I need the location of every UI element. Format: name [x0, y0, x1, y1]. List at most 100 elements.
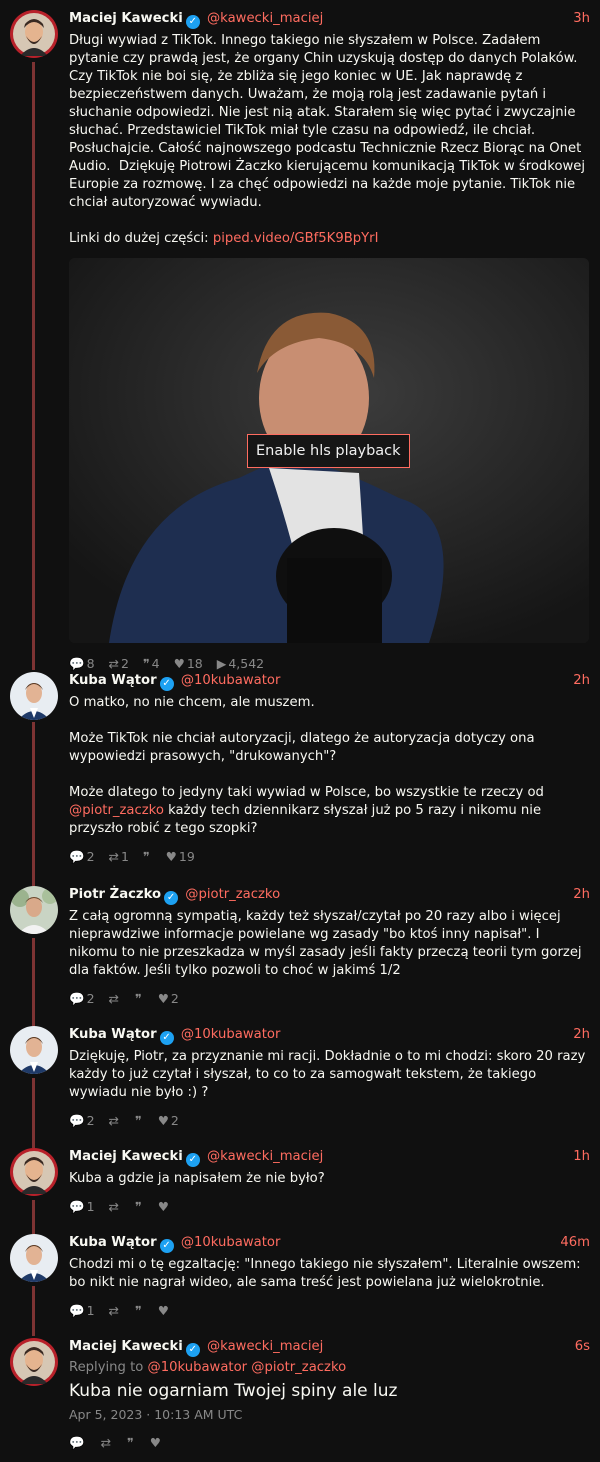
enable-hls-button[interactable]: Enable hls playback — [247, 434, 410, 468]
play-icon: ▶ — [216, 656, 227, 671]
retweet-count[interactable]: ⇄ — [109, 991, 121, 1006]
comment-count[interactable]: 💬 8 — [69, 656, 95, 671]
comment-count[interactable]: 💬 2 — [69, 1113, 95, 1128]
thread-line — [32, 1078, 35, 1148]
thread-line — [32, 62, 35, 670]
thread-line — [32, 938, 35, 1026]
replying-mention[interactable]: @piotr_zaczko — [251, 1360, 346, 1375]
comment-count[interactable]: 💬 1 — [69, 1303, 95, 1318]
author-name[interactable]: Maciej Kawecki — [69, 11, 183, 26]
retweet-count[interactable]: ⇄ 2 — [109, 656, 129, 671]
avatar[interactable] — [10, 1148, 58, 1196]
heart-icon: ♥ — [165, 849, 177, 864]
quote-count[interactable]: ❞ — [135, 991, 144, 1006]
tweet-stats: 💬 1 ⇄ ❞ ♥ — [69, 1302, 590, 1320]
like-count[interactable]: ♥ 2 — [158, 1113, 179, 1128]
avatar[interactable] — [10, 1338, 58, 1386]
comment-count[interactable]: 💬 1 — [69, 1199, 95, 1214]
quote-icon: ❞ — [134, 1303, 142, 1318]
like-count[interactable]: ♥ 19 — [166, 849, 195, 864]
tweet-time[interactable]: 2h — [573, 1026, 590, 1044]
like-value: 18 — [186, 656, 203, 671]
quote-value: 4 — [151, 656, 160, 671]
comment-value: 2 — [86, 1113, 95, 1128]
comment-count[interactable]: 💬 — [69, 1435, 87, 1450]
tweet-text: Z całą ogromną sympatią, każdy też słysz… — [69, 909, 586, 978]
comment-count[interactable]: 💬 2 — [69, 849, 95, 864]
retweet-count[interactable]: ⇄ — [109, 1113, 121, 1128]
quote-icon: ❞ — [142, 849, 150, 864]
verified-badge-icon: ✓ — [159, 1239, 174, 1253]
tweet-time[interactable]: 6s — [575, 1338, 590, 1356]
tweet-time[interactable]: 1h — [573, 1148, 590, 1166]
tweet-time[interactable]: 46m — [560, 1234, 590, 1252]
retweet-count[interactable]: ⇄ 1 — [109, 849, 129, 864]
tweet-text: Dziękuję, Piotr, za przyznanie mi racji.… — [69, 1049, 590, 1100]
retweet-value: 2 — [121, 656, 129, 671]
tweet-stats: 💬 2 ⇄ ❞ ♥ 2 — [69, 990, 590, 1008]
retweet-icon: ⇄ — [108, 1199, 119, 1214]
quote-count[interactable]: ❞ 4 — [143, 656, 160, 671]
author-name[interactable]: Kuba Wątor — [69, 1027, 157, 1042]
comment-value: 1 — [86, 1303, 95, 1318]
retweet-count[interactable]: ⇄ — [109, 1199, 121, 1214]
like-count[interactable]: ♥ — [158, 1199, 171, 1214]
comment-count[interactable]: 💬 2 — [69, 991, 95, 1006]
quote-count[interactable]: ❞ — [127, 1435, 136, 1450]
author-handle[interactable]: @piotr_zaczko — [185, 887, 280, 902]
author-handle[interactable]: @kawecki_maciej — [207, 1149, 323, 1164]
quote-count[interactable]: ❞ — [135, 1303, 144, 1318]
quote-count[interactable]: ❞ — [143, 849, 152, 864]
retweet-count[interactable]: ⇄ — [101, 1435, 113, 1450]
comment-icon: 💬 — [69, 1303, 85, 1318]
like-count[interactable]: ♥ — [150, 1435, 163, 1450]
tweet-time[interactable]: 2h — [573, 672, 590, 690]
tweet-stats: 💬 2 ⇄ ❞ ♥ 2 — [69, 1112, 590, 1130]
quote-count[interactable]: ❞ — [135, 1113, 144, 1128]
tweet-time[interactable]: 2h — [573, 886, 590, 904]
author-handle[interactable]: @kawecki_maciej — [207, 11, 323, 26]
replying-to: Replying to @10kubawator @piotr_zaczko — [69, 1359, 590, 1377]
tweet-time[interactable]: 3h — [573, 10, 590, 28]
replying-mention[interactable]: @10kubawator — [148, 1360, 248, 1375]
author-handle[interactable]: @10kubawator — [181, 1235, 281, 1250]
heart-icon: ♥ — [157, 1303, 169, 1318]
like-value: 2 — [170, 991, 179, 1006]
thread-line — [32, 722, 35, 886]
verified-badge-icon: ✓ — [185, 15, 200, 29]
avatar[interactable] — [10, 1026, 58, 1074]
author-handle[interactable]: @10kubawator — [181, 1027, 281, 1042]
tweet-text-part: O matko, no nie chcem, ale muszem. Może … — [69, 695, 544, 800]
quote-count[interactable]: ❞ — [135, 1199, 144, 1214]
like-count[interactable]: ♥ 18 — [174, 656, 203, 671]
author-handle[interactable]: @kawecki_maciej — [207, 1339, 323, 1354]
tweet-date[interactable]: Apr 5, 2023 · 10:13 AM UTC — [69, 1406, 590, 1424]
avatar[interactable] — [10, 886, 58, 934]
author-name[interactable]: Maciej Kawecki — [69, 1149, 183, 1164]
like-count[interactable]: ♥ — [158, 1303, 171, 1318]
comment-icon: 💬 — [69, 1435, 85, 1450]
quote-icon: ❞ — [134, 991, 142, 1006]
mention-link[interactable]: @piotr_zaczko — [69, 803, 164, 818]
tweet-text: O matko, no nie chcem, ale muszem. Może … — [69, 694, 590, 838]
author-name[interactable]: Kuba Wątor — [69, 673, 157, 688]
avatar[interactable] — [10, 1234, 58, 1282]
comment-value: 2 — [86, 849, 95, 864]
author-name[interactable]: Piotr Żaczko — [69, 887, 161, 902]
retweet-count[interactable]: ⇄ — [109, 1303, 121, 1318]
tweet-stats: 💬 1 ⇄ ❞ ♥ — [69, 1198, 590, 1216]
video-player[interactable]: Enable hls playback — [69, 258, 589, 643]
comment-value: 2 — [86, 991, 95, 1006]
avatar[interactable] — [10, 672, 58, 720]
avatar[interactable] — [10, 10, 58, 58]
verified-badge-icon: ✓ — [164, 891, 179, 905]
view-value: 4,542 — [228, 656, 265, 671]
author-name[interactable]: Maciej Kawecki — [69, 1339, 183, 1354]
like-count[interactable]: ♥ 2 — [158, 991, 179, 1006]
retweet-icon: ⇄ — [108, 991, 119, 1006]
author-handle[interactable]: @10kubawator — [181, 673, 281, 688]
retweet-icon: ⇄ — [100, 1435, 112, 1450]
video-link[interactable]: piped.video/GBf5K9BpYrI — [213, 231, 379, 246]
author-name[interactable]: Kuba Wątor — [69, 1235, 157, 1250]
like-value: 2 — [170, 1113, 179, 1128]
